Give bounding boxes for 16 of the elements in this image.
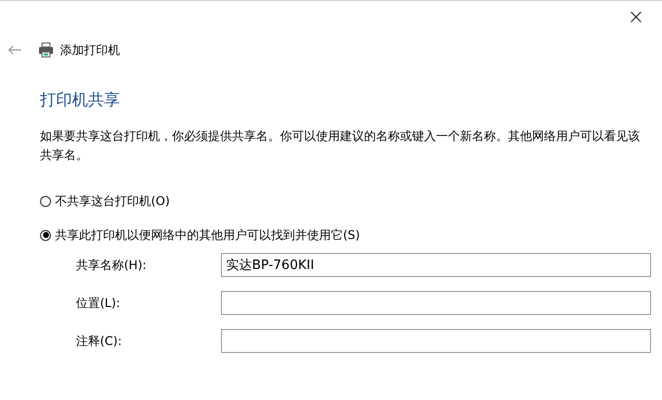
field-label: 共享名称(H):	[76, 256, 148, 274]
radio-button[interactable]	[40, 196, 51, 206]
radio-label[interactable]: 共享此打印机以便网络中的其他用户可以找到并使用它(S)	[55, 226, 360, 244]
field-label: 位置(L):	[76, 294, 122, 312]
back-arrow-icon[interactable]	[8, 45, 22, 55]
description-text: 如果要共享这台打印机，你必须提供共享名。你可以使用建议的名称或键入一个新名称。其他网络用户可以看见该共享名。	[40, 128, 641, 164]
printer-icon	[38, 42, 54, 58]
window-title: 添加打印机	[60, 42, 120, 58]
radio-button[interactable]	[40, 230, 51, 240]
close-icon[interactable]	[630, 11, 642, 23]
radio-label[interactable]: 不共享这台打印机(O)	[55, 192, 170, 210]
input-field[interactable]	[221, 291, 651, 315]
field-label: 注释(C):	[76, 332, 123, 350]
input-field[interactable]: 实达BP-760KII	[221, 253, 651, 277]
input-field[interactable]	[221, 329, 651, 353]
page-heading: 打印机共享	[40, 90, 121, 111]
